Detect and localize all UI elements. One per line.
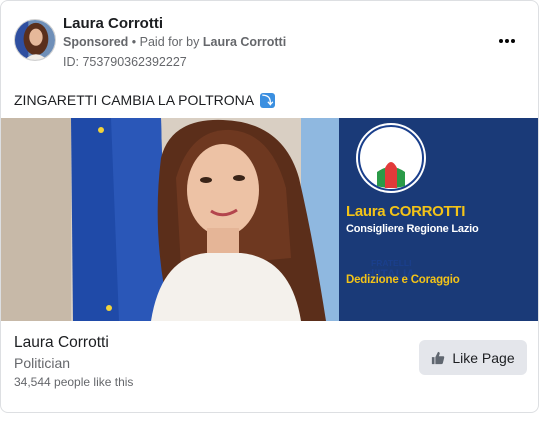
like-page-button[interactable]: Like Page bbox=[419, 340, 527, 375]
page-name[interactable]: Laura Corrotti bbox=[63, 15, 163, 32]
ad-card: Laura Corrotti Sponsored • Paid for by L… bbox=[0, 0, 539, 413]
banner-slogan: Dedizione e Coraggio bbox=[346, 274, 460, 286]
footer-page-name[interactable]: Laura Corrotti bbox=[14, 334, 109, 352]
post-text: ZINGARETTI CAMBIA LA POLTRONA ⤵ bbox=[14, 92, 276, 108]
thumbs-up-icon bbox=[432, 351, 445, 364]
paid-for-prefix: Paid for by bbox=[139, 35, 203, 49]
sponsored-line: Sponsored • Paid for by Laura Corrotti bbox=[63, 35, 286, 49]
banner-name: Laura CORROTTI bbox=[346, 203, 466, 220]
post-text-content: ZINGARETTI CAMBIA LA POLTRONA bbox=[14, 92, 255, 108]
avatar[interactable] bbox=[14, 19, 56, 61]
separator: • bbox=[128, 35, 140, 49]
footer-likes: 34,544 people like this bbox=[14, 375, 134, 389]
banner-role: Consigliere Regione Lazio bbox=[346, 223, 479, 235]
ad-id: ID: 753790362392227 bbox=[63, 55, 187, 69]
sponsored-label: Sponsored bbox=[63, 35, 129, 49]
paid-for-by[interactable]: Laura Corrotti bbox=[203, 35, 286, 49]
footer-category: Politician bbox=[14, 355, 71, 371]
more-options-icon[interactable] bbox=[495, 29, 519, 53]
like-page-label: Like Page bbox=[452, 349, 515, 366]
arrow-down-emoji-icon: ⤵ bbox=[260, 92, 276, 108]
